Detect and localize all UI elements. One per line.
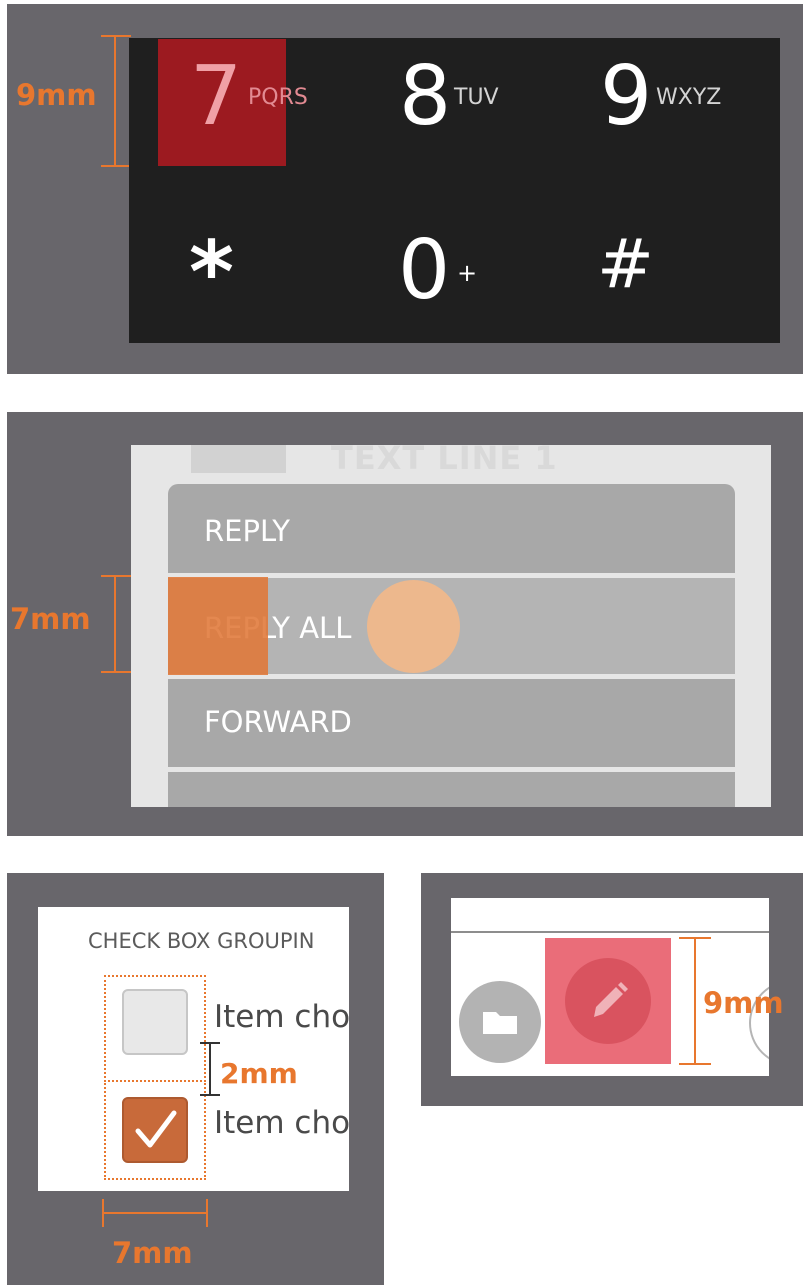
- dialpad-key-0[interactable]: 0 +: [384, 213, 574, 340]
- dialpad-panel: 9mm 7 PQRS 8 TUV 9 WXYZ * 0 + #: [7, 4, 803, 374]
- icon-panel: 9mm: [421, 873, 803, 1106]
- width-dimension-ruler: [102, 1199, 208, 1227]
- background-text-line: TEXT LINE 1: [331, 445, 558, 477]
- dialpad-key-7[interactable]: 7 PQRS: [158, 39, 348, 166]
- checkbox-group-title: CHECK BOX GROUPIN: [88, 929, 315, 953]
- checkbox-label: Item cho: [214, 999, 349, 1035]
- key-digit: 7: [190, 49, 243, 144]
- dialpad-key-hash[interactable]: #: [589, 213, 779, 340]
- divider: [451, 931, 769, 933]
- checkmark-icon: [135, 1110, 177, 1148]
- width-dimension-label: 7mm: [112, 1236, 193, 1270]
- key-digit: 0: [398, 223, 451, 318]
- checkbox-unchecked[interactable]: [122, 989, 188, 1055]
- dialpad: 7 PQRS 8 TUV 9 WXYZ * 0 + #: [129, 38, 780, 343]
- touch-target-highlight: [168, 577, 268, 675]
- checkbox-checked[interactable]: [122, 1097, 188, 1163]
- menu-dimension-label: 7mm: [10, 602, 91, 636]
- dialpad-key-star[interactable]: *: [158, 213, 348, 340]
- dialpad-dimension-label: 9mm: [16, 78, 97, 112]
- edit-button[interactable]: [565, 958, 651, 1044]
- pencil-icon: [594, 982, 628, 1017]
- key-letters: +: [457, 259, 478, 287]
- folder-button[interactable]: [459, 981, 541, 1063]
- dialpad-key-8[interactable]: 8 TUV: [384, 39, 574, 166]
- background-thumbnail: [191, 445, 286, 473]
- menu-item-partial[interactable]: [168, 772, 735, 807]
- checkbox-panel: CHECK BOX GROUPIN Item cho Item cho 2mm …: [7, 873, 384, 1285]
- icon-dimension-label: 9mm: [703, 986, 784, 1020]
- key-digit: 9: [600, 49, 653, 144]
- key-digit: #: [597, 225, 654, 304]
- menu-item-label: FORWARD: [204, 705, 352, 739]
- menu-item-reply[interactable]: REPLY: [168, 484, 735, 573]
- menu-panel: 7mm TEXT LINE 1 REPLY REPLY ALL FORWARD: [7, 412, 803, 836]
- menu-screen: TEXT LINE 1 REPLY REPLY ALL FORWARD: [131, 445, 771, 807]
- menu-item-forward[interactable]: FORWARD: [168, 679, 735, 767]
- key-digit: *: [189, 223, 234, 323]
- dialpad-key-9[interactable]: 9 WXYZ: [589, 39, 779, 166]
- key-letters: TUV: [454, 85, 499, 110]
- key-letters: WXYZ: [656, 85, 722, 110]
- menu-item-label: REPLY: [204, 514, 290, 548]
- key-letters: PQRS: [248, 85, 308, 110]
- touch-point-indicator: [367, 580, 460, 673]
- checkbox-screen: CHECK BOX GROUPIN Item cho Item cho 2mm: [38, 907, 349, 1191]
- key-digit: 8: [399, 49, 452, 144]
- spacing-dimension-label: 2mm: [220, 1057, 298, 1090]
- folder-icon: [483, 1012, 517, 1034]
- checkbox-label: Item cho: [214, 1105, 349, 1141]
